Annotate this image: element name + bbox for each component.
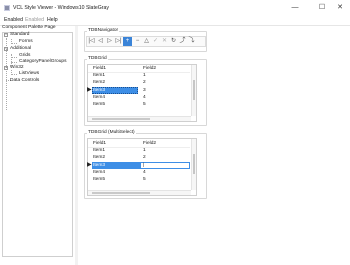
nav-cancel-button[interactable]: ✕ bbox=[160, 37, 169, 46]
grid-cell[interactable]: Item2 bbox=[93, 155, 105, 160]
grid-cell[interactable]: 5 bbox=[143, 102, 146, 107]
close-button[interactable]: ✕ bbox=[331, 3, 349, 13]
nav-refresh-button[interactable]: ↻ bbox=[169, 37, 178, 46]
scrollbar-thumb[interactable] bbox=[193, 154, 195, 174]
grid-cell[interactable]: 5 bbox=[143, 177, 146, 182]
grid-cell[interactable]: Item4 bbox=[93, 95, 105, 100]
app-window-icon bbox=[4, 5, 10, 11]
tree-node-listviews[interactable]: ListViews bbox=[19, 71, 39, 76]
grid-cell[interactable]: 2 bbox=[143, 155, 146, 160]
grid-cell[interactable]: 1 bbox=[143, 73, 146, 78]
maximize-button[interactable]: ☐ bbox=[313, 3, 331, 13]
nav-next-button[interactable]: ▷ bbox=[105, 37, 114, 46]
navigator-group-title: TDBNavigator bbox=[87, 28, 120, 33]
nav-insert-button[interactable]: + bbox=[123, 37, 132, 46]
tree-node-data-controls[interactable]: Data Controls bbox=[10, 78, 39, 83]
grid-cell[interactable]: Item1 bbox=[93, 73, 105, 78]
nav-delete-button[interactable]: − bbox=[133, 37, 142, 46]
grid-cell[interactable]: 4 bbox=[143, 95, 146, 100]
window-title: VCL Style Viewer - Windows10 SlateGray bbox=[13, 5, 110, 11]
horizontal-scrollbar[interactable] bbox=[88, 116, 191, 121]
row-indicator-icon: ▶ bbox=[87, 87, 92, 93]
dbgrid-multiselect-group-title: TDBGrid (MultiSelect) bbox=[87, 130, 136, 135]
nav-cancel-updates-button[interactable]: ⤵ bbox=[187, 37, 196, 46]
splitter[interactable] bbox=[75, 26, 78, 265]
nav-apply-updates-button[interactable]: ⤴ bbox=[178, 37, 187, 46]
grid-cell[interactable]: Item2 bbox=[93, 80, 105, 85]
tree-connector bbox=[11, 62, 17, 63]
nav-post-button[interactable]: ✓ bbox=[151, 37, 160, 46]
tree-node-categorypanelgroups[interactable]: CategoryPanelGroups bbox=[19, 59, 66, 64]
tree-node-grids[interactable]: Grids bbox=[19, 53, 30, 58]
tree-node-additional[interactable]: Additional bbox=[10, 46, 31, 51]
grid-cell[interactable]: Item5 bbox=[93, 102, 105, 107]
grid-cell[interactable]: Item4 bbox=[93, 170, 105, 175]
horizontal-scrollbar[interactable] bbox=[88, 190, 191, 195]
tree-node-win32[interactable]: Win32 bbox=[10, 65, 24, 70]
edit-cursor: | bbox=[143, 163, 145, 168]
menu-enabled[interactable]: Enabled bbox=[4, 17, 23, 23]
grid-cell-selected[interactable]: Item3 bbox=[93, 88, 105, 93]
scrollbar-thumb[interactable] bbox=[92, 118, 150, 120]
grid-cell[interactable]: 2 bbox=[143, 80, 146, 85]
grid-cell[interactable]: 4 bbox=[143, 170, 146, 175]
grid-cell[interactable]: 1 bbox=[143, 148, 146, 153]
tree-node-forms[interactable]: Forms bbox=[19, 39, 33, 44]
column-header-field2[interactable]: Field2 bbox=[143, 66, 156, 71]
grid-cell[interactable]: Item1 bbox=[93, 148, 105, 153]
nav-edit-button[interactable]: △ bbox=[142, 37, 151, 46]
grid-cell[interactable]: 3 bbox=[143, 88, 146, 93]
grid-cell-selected[interactable]: Item3 bbox=[93, 163, 105, 168]
expand-collapse-icon[interactable]: − bbox=[4, 33, 8, 37]
column-header-field1[interactable]: Field1 bbox=[93, 66, 106, 71]
expand-collapse-icon[interactable]: − bbox=[4, 66, 8, 70]
tree-connector bbox=[11, 74, 17, 75]
scrollbar-thumb[interactable] bbox=[92, 192, 150, 194]
dbgrid-group-title: TDBGrid bbox=[87, 56, 108, 61]
column-header-field2[interactable]: Field2 bbox=[143, 141, 156, 146]
tree-connector bbox=[11, 43, 17, 44]
grid-cell[interactable]: Item5 bbox=[93, 177, 105, 182]
nav-first-button[interactable]: |◁ bbox=[87, 37, 96, 46]
nav-last-button[interactable]: ▷| bbox=[114, 37, 123, 46]
tree-connector bbox=[11, 57, 17, 58]
menu-enabled-disabled[interactable]: Enabled bbox=[25, 17, 44, 23]
menu-help[interactable]: Help bbox=[47, 17, 58, 23]
column-header-field1[interactable]: Field1 bbox=[93, 141, 106, 146]
row-indicator-icon: ▶ bbox=[87, 162, 92, 168]
vertical-scrollbar[interactable] bbox=[191, 139, 196, 190]
minimize-button[interactable]: — bbox=[286, 3, 304, 13]
tree-caption: Component Palette Page bbox=[2, 25, 56, 30]
inplace-editor[interactable] bbox=[140, 162, 190, 169]
expand-collapse-icon[interactable]: − bbox=[4, 47, 8, 51]
vertical-scrollbar[interactable] bbox=[191, 65, 196, 116]
scrollbar-thumb[interactable] bbox=[193, 80, 195, 100]
nav-prior-button[interactable]: ◁ bbox=[96, 37, 105, 46]
tree-node-standard[interactable]: Standard bbox=[10, 32, 29, 37]
